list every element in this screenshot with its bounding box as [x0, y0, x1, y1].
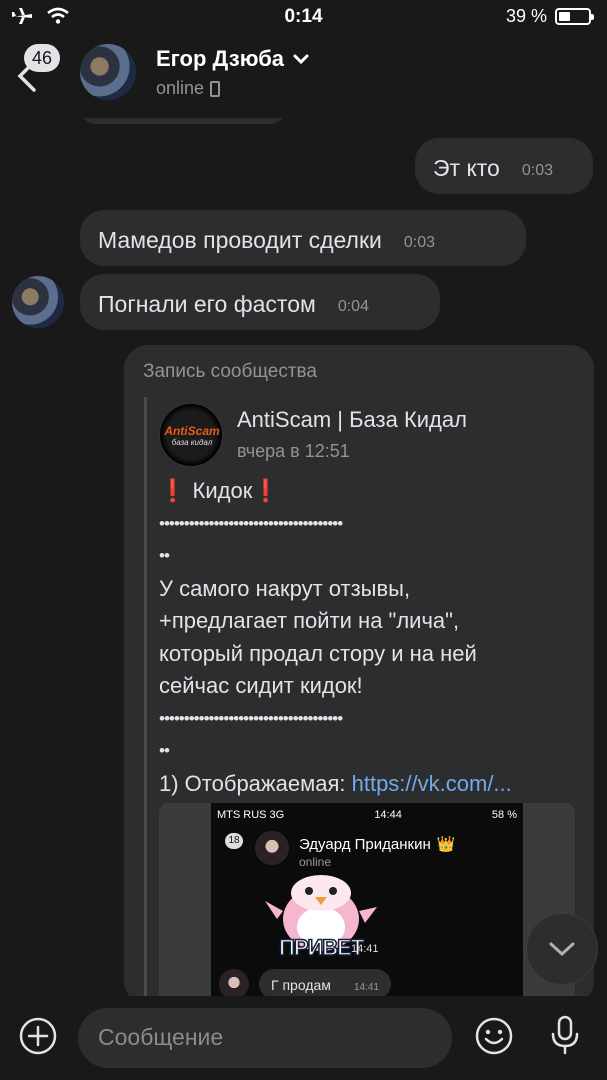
post-body-text: У самого накрут отзывы, +предлагает пойт…	[159, 575, 477, 699]
screenshot-content: MTS RUS 3G 14:44 58 % 18 Эдуард Приданки…	[211, 803, 523, 1005]
exclamation-icon: ❗	[159, 478, 187, 503]
online-status-text: online	[156, 78, 205, 98]
post-item: 1) Отображаемая: https://vk.com/...	[159, 768, 579, 801]
post-item-label: 1) Отображаемая:	[159, 770, 352, 796]
dots-divider: •••••••••••••••••••••••••••••••••••••	[159, 513, 343, 533]
message-text: Погнали его фастом	[98, 291, 316, 317]
screenshot-message-text: Г продам	[271, 977, 331, 993]
message-outgoing[interactable]: Эт кто 0:03	[415, 138, 593, 194]
screenshot-carrier: MTS RUS 3G	[217, 809, 285, 821]
status-right: 39 %	[505, 6, 594, 27]
screenshot-status-bar: MTS RUS 3G 14:44 58 %	[217, 809, 517, 821]
repost-divider	[144, 397, 147, 1005]
logo-text: AntiScam	[164, 424, 220, 438]
unread-badge: 46	[24, 44, 60, 72]
message-time: 0:04	[337, 298, 369, 315]
dots-divider-tail: ••	[159, 741, 170, 760]
screenshot-avatar	[255, 831, 289, 865]
crown-icon: 👑	[436, 836, 456, 853]
sticker-time: 14:41	[351, 943, 379, 955]
mobile-icon	[210, 80, 221, 97]
screenshot-message: Г продам 14:41	[259, 969, 391, 999]
composer: Сообщение	[0, 996, 607, 1080]
attach-button[interactable]	[18, 1016, 58, 1056]
dots-divider: •••••••••••••••••••••••••••••••••••••	[159, 708, 343, 728]
microphone-icon	[551, 1015, 579, 1055]
chat-title-text: Егор Дзюба	[156, 46, 285, 71]
screenshot-battery: 58 %	[491, 809, 517, 821]
exclamation-icon: ❗	[252, 478, 280, 503]
screenshot-name: Эдуард Приданкин	[299, 835, 431, 853]
message-incoming[interactable]: Мамедов проводит сделки 0:03	[80, 210, 526, 266]
screenshot-time: 14:44	[374, 809, 402, 821]
message-incoming[interactable]: Погнали его фастом 0:04	[80, 274, 440, 330]
chat-header: 46 Егор Дзюба online	[0, 34, 607, 118]
message-input[interactable]: Сообщение	[78, 1008, 452, 1068]
avatar[interactable]	[80, 44, 136, 100]
attached-screenshot[interactable]: MTS RUS 3G 14:44 58 % 18 Эдуард Приданки…	[159, 803, 575, 1005]
message-time: 0:03	[403, 234, 436, 251]
post-title-line: ❗ Кидок❗	[159, 475, 579, 508]
status-bar: 0:14 39 %	[0, 0, 607, 34]
community-name[interactable]: AntiScam | База Кидал	[237, 407, 467, 433]
sender-avatar[interactable]	[12, 276, 64, 328]
screenshot-message-time: 14:41	[353, 982, 379, 993]
logo-subtext: база кидал	[171, 438, 213, 447]
repost-card[interactable]: Запись сообщества AntiScam база кидал An…	[124, 345, 594, 1005]
emoji-button[interactable]	[474, 1016, 514, 1056]
message-text: Эт кто	[433, 155, 500, 181]
message-text: Мамедов проводит сделки	[98, 227, 382, 253]
chevron-down-icon	[549, 942, 575, 957]
post-link[interactable]: https://vk.com/...	[352, 771, 512, 796]
plus-circle-icon	[19, 1017, 57, 1055]
message-time: 0:03	[521, 162, 553, 179]
community-logo[interactable]: AntiScam база кидал	[159, 403, 223, 467]
smile-icon	[475, 1017, 513, 1055]
chat-title[interactable]: Егор Дзюба	[156, 46, 310, 72]
post-title: Кидок	[192, 478, 253, 503]
post-date: вчера в 12:51	[237, 441, 350, 461]
battery-fill	[559, 12, 570, 21]
online-status: online	[156, 78, 221, 99]
screenshot-unread-badge: 18	[225, 833, 243, 849]
screenshot-chat-title: Эдуард Приданкин 👑	[299, 835, 456, 854]
scroll-down-button[interactable]	[527, 914, 597, 984]
dots-divider-tail: ••	[159, 546, 170, 565]
chevron-down-icon	[293, 54, 309, 65]
post-body: ❗ Кидок❗ •••••••••••••••••••••••••••••••…	[159, 475, 579, 800]
repost-label: Запись сообщества	[143, 361, 317, 382]
battery-percent: 39 %	[505, 6, 547, 26]
battery-icon	[555, 8, 594, 25]
screenshot-status: online	[299, 855, 332, 869]
screenshot-sender-avatar	[219, 969, 249, 999]
voice-button[interactable]	[548, 1014, 582, 1056]
